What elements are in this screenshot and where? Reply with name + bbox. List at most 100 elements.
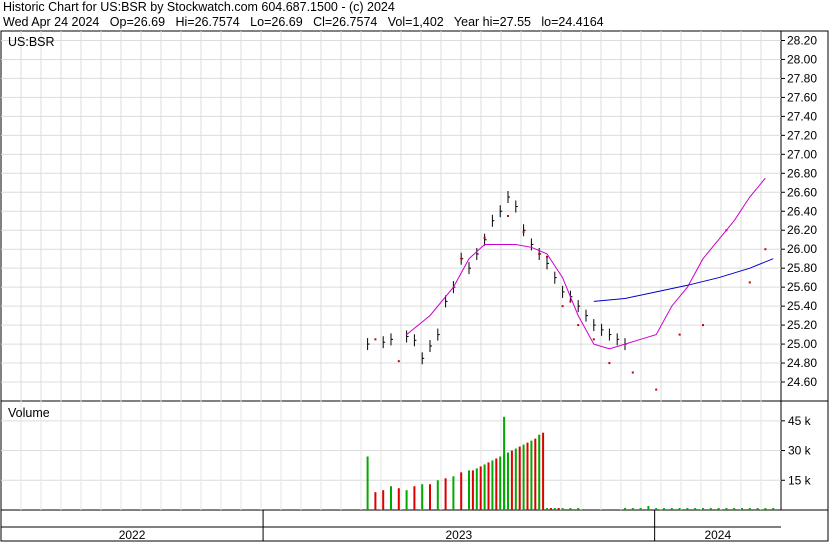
y-tick-label: 25.40 <box>787 299 817 313</box>
volume-tick-label: 30 k <box>788 444 812 458</box>
price-dot <box>577 324 580 327</box>
volume-bar <box>483 464 486 510</box>
volume-bar <box>624 508 626 510</box>
volume-bar <box>534 438 537 510</box>
volume-bar <box>538 434 541 510</box>
volume-bar <box>663 508 665 510</box>
volume-bar <box>686 508 689 510</box>
y-tick-label: 25.00 <box>787 337 817 351</box>
y-tick-label: 26.80 <box>787 166 817 180</box>
volume-bar <box>382 490 385 510</box>
price-panel-title: US:BSR <box>8 35 55 49</box>
volume-bar <box>429 484 431 510</box>
volume-bar <box>495 458 498 510</box>
price-dot <box>748 281 751 284</box>
y-tick-label: 27.00 <box>787 147 817 161</box>
y-tick-label: 26.20 <box>787 223 817 237</box>
volume-bar <box>725 508 728 510</box>
volume-bar <box>670 508 673 510</box>
x-tick-label: 2023 <box>446 528 473 542</box>
volume-bar <box>553 508 556 510</box>
y-tick-label: 27.20 <box>787 128 817 142</box>
price-dot <box>569 300 572 303</box>
price-dot <box>702 324 704 327</box>
stock-chart: 28.20 28.00 27.80 27.60 27.40 27.20 27.00 26.80… <box>0 30 829 542</box>
y-tick-label: 28.00 <box>787 52 817 66</box>
volume-bar <box>510 450 513 510</box>
y-tick-label: 25.20 <box>787 318 817 332</box>
price-dot <box>507 215 509 217</box>
price-dot <box>592 338 595 341</box>
volume-bar <box>374 492 377 510</box>
volume-bar <box>452 476 455 510</box>
volume-bar <box>542 432 545 510</box>
volume-bar <box>514 448 517 510</box>
price-dot <box>546 255 548 258</box>
y-tick-label: 27.80 <box>787 71 817 85</box>
volume-bar <box>522 444 525 510</box>
volume-bar <box>549 508 552 510</box>
volume-bar <box>772 508 775 510</box>
price-dot <box>655 388 658 391</box>
price-dot <box>538 252 541 255</box>
volume-bar <box>647 506 650 510</box>
volume-bar <box>499 456 502 510</box>
volume-bar <box>491 460 494 510</box>
y-tick-label: 24.80 <box>787 356 817 370</box>
volume-bar <box>717 508 720 510</box>
volume-bar <box>569 508 572 510</box>
price-dot <box>374 338 377 341</box>
volume-bar <box>764 508 767 510</box>
price-dot <box>608 362 611 365</box>
volume-bar <box>733 508 736 510</box>
volume-bar <box>631 508 634 510</box>
volume-bar <box>518 446 521 510</box>
y-tick-label: 25.80 <box>787 261 817 275</box>
volume-bar <box>503 416 506 510</box>
volume-bar <box>557 508 560 510</box>
volume-bar <box>405 490 408 510</box>
price-dot <box>678 333 681 336</box>
volume-bar <box>756 508 759 510</box>
volume-bar <box>471 470 474 510</box>
volume-bar <box>436 480 439 510</box>
volume-bar <box>678 508 681 510</box>
volume-bar <box>421 484 424 510</box>
volume-bar <box>507 452 509 510</box>
volume-bar <box>487 462 490 510</box>
volume-bar <box>390 486 392 510</box>
volume-bar <box>366 456 369 510</box>
volume-bar <box>694 508 697 510</box>
volume-bar <box>741 508 743 510</box>
volume-bar <box>397 488 400 510</box>
volume-bar <box>639 508 642 510</box>
y-tick-label: 26.60 <box>787 185 817 199</box>
volume-bar <box>526 442 529 510</box>
price-dot <box>460 257 463 260</box>
volume-tick-label: 15 k <box>788 473 812 487</box>
x-tick-label: 2022 <box>119 528 146 542</box>
volume-bar <box>468 470 470 510</box>
volume-bar <box>479 466 482 510</box>
y-tick-label: 24.60 <box>787 375 817 389</box>
volume-bar <box>748 508 751 510</box>
x-tick-label: 2024 <box>704 528 731 542</box>
volume-bar <box>546 508 548 510</box>
volume-tick-label: 45 k <box>788 414 812 428</box>
y-tick-label: 26.00 <box>787 242 817 256</box>
volume-bar <box>577 508 580 510</box>
y-tick-label: 25.60 <box>787 280 817 294</box>
volume-bar <box>561 508 564 510</box>
volume-bar <box>709 508 712 510</box>
chart-frame <box>0 30 829 542</box>
y-tick-label: 27.40 <box>787 109 817 123</box>
price-dot <box>397 360 400 363</box>
y-tick-label: 27.60 <box>787 90 817 104</box>
volume-bar <box>444 478 447 510</box>
volume-bar <box>655 508 658 510</box>
price-dot <box>764 248 767 251</box>
y-tick-label: 26.40 <box>787 204 817 218</box>
volume-bar <box>530 440 533 510</box>
y-tick-label: 28.20 <box>787 33 817 47</box>
volume-bar <box>460 472 463 510</box>
